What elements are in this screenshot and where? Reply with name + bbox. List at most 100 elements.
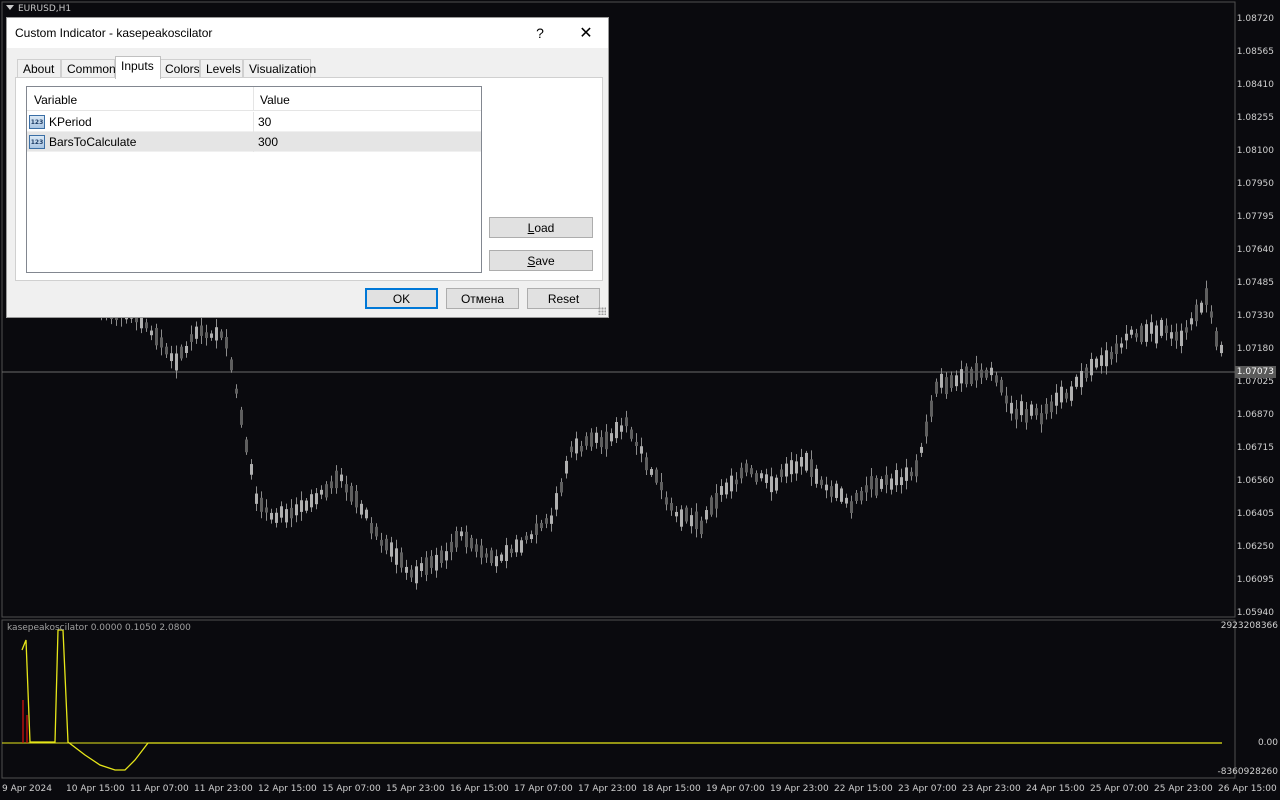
time-axis-label: 12 Apr 15:00	[258, 784, 317, 794]
ok-button[interactable]: OK	[365, 288, 438, 309]
candle-body	[795, 461, 798, 474]
candle-body	[585, 436, 588, 446]
variable-value[interactable]: 300	[258, 135, 278, 149]
candle-body	[305, 500, 308, 511]
candle-body	[400, 552, 403, 568]
candle-body	[620, 425, 623, 432]
candle-body	[860, 490, 863, 501]
candle-body	[960, 369, 963, 384]
reset-button[interactable]: Reset	[527, 288, 600, 309]
candle-body	[905, 467, 908, 481]
candle-body	[865, 485, 868, 493]
parameters-table[interactable]: Variable Value 123 KPeriod 30 123 BarsTo…	[26, 86, 482, 273]
candle-body	[740, 467, 743, 479]
candle-body	[490, 550, 493, 564]
tab-inputs[interactable]: Inputs	[115, 56, 161, 79]
candle-body	[390, 542, 393, 557]
candle-body	[1140, 325, 1143, 343]
integer-type-icon: 123	[29, 115, 45, 129]
cell-divider	[253, 112, 254, 132]
column-divider[interactable]	[253, 87, 254, 111]
table-row[interactable]: 123 BarsToCalculate 300	[27, 132, 481, 152]
candle-body	[385, 538, 388, 551]
help-button[interactable]: ?	[517, 18, 563, 48]
candle-body	[1165, 325, 1168, 334]
candle-body	[415, 566, 418, 584]
candle-body	[185, 345, 188, 353]
candle-body	[1210, 311, 1213, 318]
time-axis-label: 22 Apr 15:00	[834, 784, 893, 794]
time-axis-label: 23 Apr 23:00	[962, 784, 1021, 794]
candle-body	[665, 497, 668, 505]
candle-body	[430, 556, 433, 568]
candle-body	[285, 509, 288, 523]
candle-body	[735, 479, 738, 485]
candle-body	[900, 477, 903, 486]
candle-body	[1145, 324, 1148, 342]
resize-grip-icon[interactable]	[598, 307, 606, 315]
load-button[interactable]: Load	[489, 217, 593, 238]
candle-body	[1170, 332, 1173, 339]
cancel-button[interactable]: Отмена	[446, 288, 519, 309]
candle-body	[495, 556, 498, 567]
candle-body	[195, 326, 198, 339]
column-header-variable[interactable]: Variable	[34, 93, 77, 107]
indicator-axis-label: 0.00	[1257, 738, 1278, 748]
column-header-value[interactable]: Value	[260, 93, 290, 107]
candle-body	[550, 515, 553, 524]
price-axis-label: 1.06250	[1236, 542, 1274, 552]
candle-body	[1045, 403, 1048, 414]
candle-body	[1135, 333, 1138, 338]
save-label: ave	[535, 253, 555, 268]
candle-body	[270, 512, 273, 520]
candle-body	[465, 531, 468, 548]
time-axis-label: 10 Apr 15:00	[66, 784, 125, 794]
candle-body	[1075, 376, 1078, 387]
candle-body	[775, 477, 778, 491]
candle-body	[1070, 386, 1073, 401]
candle-body	[915, 460, 918, 477]
candle-body	[460, 531, 463, 537]
close-icon[interactable]: ✕	[563, 18, 609, 48]
price-axis-label: 1.08255	[1236, 113, 1274, 123]
candle-body	[535, 523, 538, 535]
dialog-titlebar[interactable]: Custom Indicator - kasepeakoscilator ? ✕	[7, 18, 608, 48]
tab-about[interactable]: About	[17, 59, 61, 78]
candle-body	[485, 553, 488, 558]
variable-value[interactable]: 30	[258, 115, 271, 129]
candle-body	[700, 520, 703, 535]
candle-body	[920, 446, 923, 453]
tab-visualization[interactable]: Visualization	[243, 59, 316, 78]
candle-body	[410, 569, 413, 578]
candle-body	[1090, 358, 1093, 376]
candle-body	[340, 474, 343, 482]
candle-body	[205, 332, 208, 339]
candle-body	[350, 485, 353, 502]
candle-body	[835, 483, 838, 498]
indicator-axis-label: 2923208366	[1220, 621, 1278, 631]
save-button[interactable]: Save	[489, 250, 593, 271]
table-row[interactable]: 123 KPeriod 30	[27, 112, 481, 132]
time-axis-label: 23 Apr 07:00	[898, 784, 957, 794]
candle-body	[910, 471, 913, 477]
candle-body	[605, 431, 608, 450]
candle-body	[755, 473, 758, 482]
candle-body	[1015, 408, 1018, 420]
dropdown-triangle-icon[interactable]	[6, 5, 14, 10]
tab-colors[interactable]: Colors	[159, 59, 200, 78]
tab-common[interactable]: Common	[61, 59, 116, 78]
candle-body	[230, 359, 233, 371]
tab-levels[interactable]: Levels	[200, 59, 243, 78]
candle-body	[375, 526, 378, 537]
candle-body	[600, 437, 603, 448]
candle-body	[845, 497, 848, 504]
candle-body	[190, 334, 193, 342]
price-axis-label: 1.06715	[1236, 443, 1274, 453]
candle-body	[455, 531, 458, 548]
price-axis-label: 1.05940	[1236, 608, 1274, 618]
candle-body	[970, 368, 973, 384]
candle-body	[245, 439, 248, 453]
price-axis-label: 1.08410	[1236, 80, 1274, 90]
candle-body	[1130, 329, 1133, 335]
candle-body	[1055, 392, 1058, 406]
